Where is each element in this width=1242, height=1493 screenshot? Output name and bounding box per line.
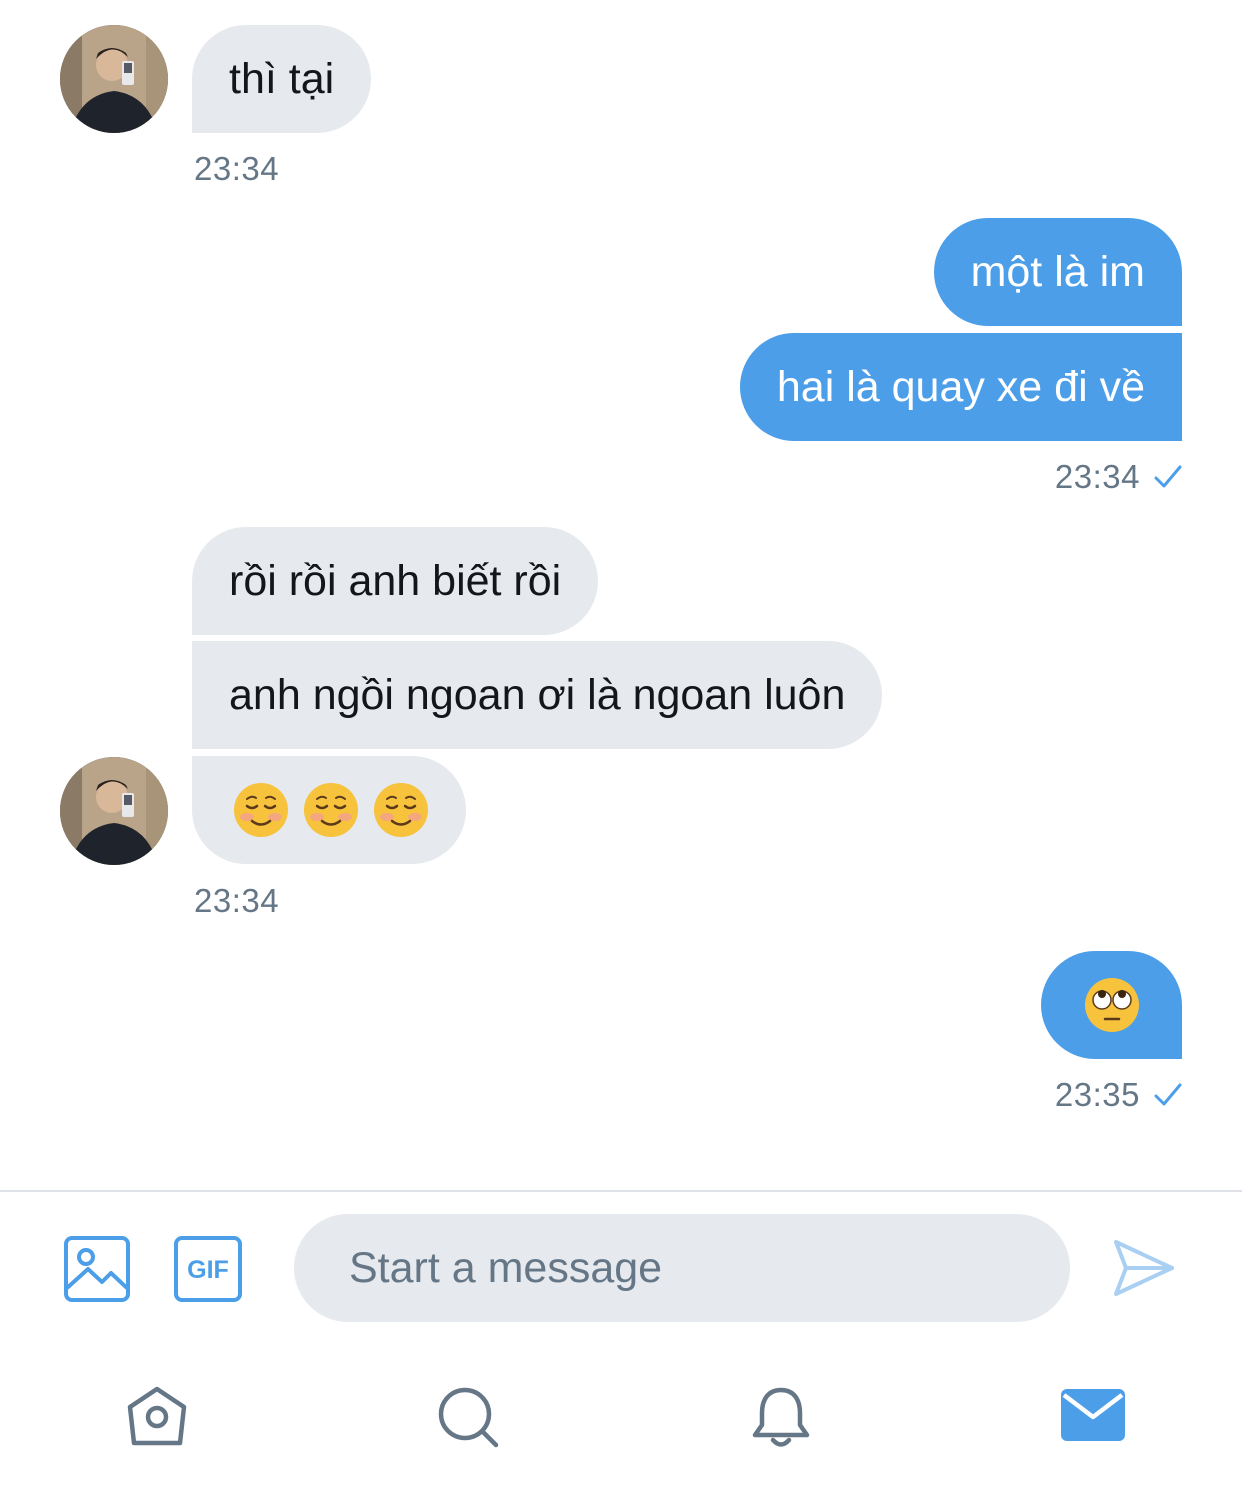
message-text: anh ngồi ngoan ơi là ngoan luôn xyxy=(229,670,846,719)
mail-icon[interactable] xyxy=(1060,1385,1126,1450)
message-timestamp: 23:34 xyxy=(194,150,280,187)
check-icon xyxy=(1154,464,1182,490)
bell-icon[interactable] xyxy=(749,1385,813,1454)
smiling-face-icon xyxy=(232,781,290,839)
message-text: thì tại xyxy=(229,54,335,103)
gif-button[interactable]: GIF xyxy=(174,1236,242,1307)
message-bubble-outgoing[interactable]: hai là quay xe đi về xyxy=(739,333,1182,441)
message-thread: thì tại 23:34 một là im hai là quay xe đ… xyxy=(0,0,1242,1190)
message-timestamp: 23:34 xyxy=(1054,458,1140,495)
smiling-face-icon xyxy=(372,781,430,839)
message-bubble-incoming[interactable]: thì tại xyxy=(192,25,372,133)
avatar[interactable] xyxy=(60,25,168,133)
message-timestamp-row: 23:34 xyxy=(1055,458,1182,496)
home-icon[interactable] xyxy=(124,1385,190,1452)
message-bubble-incoming[interactable] xyxy=(192,756,466,864)
message-timestamp: 23:34 xyxy=(194,882,280,919)
check-icon xyxy=(1154,1082,1182,1108)
smiling-face-icon xyxy=(302,781,360,839)
message-text: một là im xyxy=(970,247,1145,296)
avatar[interactable] xyxy=(60,757,168,865)
bottom-tab-bar xyxy=(0,1355,1242,1475)
emoji-message xyxy=(232,781,430,839)
message-input[interactable] xyxy=(294,1214,1070,1322)
message-bubble-outgoing[interactable]: một là im xyxy=(933,218,1182,326)
image-icon[interactable] xyxy=(64,1236,130,1307)
gif-label: GIF xyxy=(187,1256,229,1284)
message-timestamp: 23:35 xyxy=(1054,1076,1140,1113)
message-bubble-incoming[interactable]: anh ngồi ngoan ơi là ngoan luôn xyxy=(192,641,883,749)
message-text: rồi rồi anh biết rồi xyxy=(229,556,562,605)
message-timestamp-row: 23:35 xyxy=(1055,1076,1182,1114)
send-icon[interactable] xyxy=(1112,1236,1176,1305)
search-icon[interactable] xyxy=(436,1385,500,1454)
message-bubble-incoming[interactable]: rồi rồi anh biết rồi xyxy=(192,527,599,635)
face-with-rolling-eyes-icon xyxy=(1083,976,1141,1034)
message-text: hai là quay xe đi về xyxy=(776,362,1145,411)
message-bubble-outgoing[interactable] xyxy=(1041,951,1182,1059)
message-composer: GIF xyxy=(0,1192,1242,1342)
